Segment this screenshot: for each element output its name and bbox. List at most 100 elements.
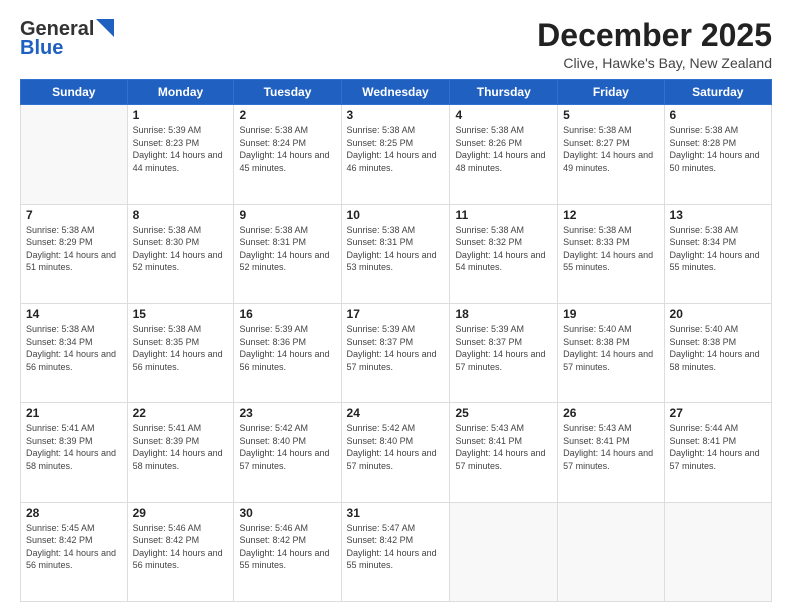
week-row-1: 1 Sunrise: 5:39 AMSunset: 8:23 PMDaylight…: [21, 105, 772, 204]
day-info: Sunrise: 5:42 AMSunset: 8:40 PMDaylight:…: [239, 422, 335, 472]
day-info: Sunrise: 5:38 AMSunset: 8:35 PMDaylight:…: [133, 323, 229, 373]
day-info: Sunrise: 5:40 AMSunset: 8:38 PMDaylight:…: [670, 323, 766, 373]
day-info: Sunrise: 5:38 AMSunset: 8:33 PMDaylight:…: [563, 224, 658, 274]
day-header-monday: Monday: [127, 80, 234, 105]
day-number: 4: [455, 108, 552, 122]
day-number: 8: [133, 208, 229, 222]
logo: General Blue: [20, 18, 114, 60]
logo-blue: Blue: [20, 37, 63, 60]
day-cell: 13 Sunrise: 5:38 AMSunset: 8:34 PMDayligh…: [664, 204, 771, 303]
day-info: Sunrise: 5:38 AMSunset: 8:25 PMDaylight:…: [347, 124, 445, 174]
title-block: December 2025 Clive, Hawke's Bay, New Ze…: [537, 18, 772, 71]
day-number: 31: [347, 506, 445, 520]
day-info: Sunrise: 5:38 AMSunset: 8:28 PMDaylight:…: [670, 124, 766, 174]
location: Clive, Hawke's Bay, New Zealand: [537, 55, 772, 71]
day-number: 11: [455, 208, 552, 222]
day-number: 26: [563, 406, 658, 420]
day-number: 15: [133, 307, 229, 321]
day-number: 21: [26, 406, 122, 420]
day-cell: 29Sunrise: 5:46 AMSunset: 8:42 PMDayligh…: [127, 502, 234, 601]
week-row-4: 21 Sunrise: 5:41 AMSunset: 8:39 PMDayligh…: [21, 403, 772, 502]
day-info: Sunrise: 5:38 AMSunset: 8:24 PMDaylight:…: [239, 124, 335, 174]
day-cell: 21Sunrise: 5:41 AMSunset: 8:39 PMDayligh…: [21, 403, 128, 502]
day-cell: 2 Sunrise: 5:38 AMSunset: 8:24 PMDaylight…: [234, 105, 341, 204]
day-number: 19: [563, 307, 658, 321]
day-cell: 5 Sunrise: 5:38 AMSunset: 8:27 PMDaylight…: [558, 105, 664, 204]
week-row-3: 14 Sunrise: 5:38 AMSunset: 8:34 PMDayligh…: [21, 303, 772, 402]
day-number: 16: [239, 307, 335, 321]
day-number: 1: [133, 108, 229, 122]
day-info: Sunrise: 5:45 AMSunset: 8:42 PMDaylight:…: [26, 522, 122, 572]
day-info: Sunrise: 5:38 AMSunset: 8:31 PMDaylight:…: [347, 224, 445, 274]
day-number: 20: [670, 307, 766, 321]
day-cell: 22Sunrise: 5:41 AMSunset: 8:39 PMDayligh…: [127, 403, 234, 502]
day-info: Sunrise: 5:39 AMSunset: 8:36 PMDaylight:…: [239, 323, 335, 373]
day-cell: [664, 502, 771, 601]
day-info: Sunrise: 5:39 AMSunset: 8:37 PMDaylight:…: [455, 323, 552, 373]
day-cell: 27Sunrise: 5:44 AMSunset: 8:41 PMDayligh…: [664, 403, 771, 502]
day-info: Sunrise: 5:38 AMSunset: 8:29 PMDaylight:…: [26, 224, 122, 274]
day-cell: [450, 502, 558, 601]
day-header-wednesday: Wednesday: [341, 80, 450, 105]
day-cell: 3 Sunrise: 5:38 AMSunset: 8:25 PMDaylight…: [341, 105, 450, 204]
day-number: 28: [26, 506, 122, 520]
day-info: Sunrise: 5:38 AMSunset: 8:32 PMDaylight:…: [455, 224, 552, 274]
day-info: Sunrise: 5:39 AMSunset: 8:37 PMDaylight:…: [347, 323, 445, 373]
day-number: 12: [563, 208, 658, 222]
calendar-table: SundayMondayTuesdayWednesdayThursdayFrid…: [20, 79, 772, 602]
day-cell: 30Sunrise: 5:46 AMSunset: 8:42 PMDayligh…: [234, 502, 341, 601]
day-info: Sunrise: 5:38 AMSunset: 8:31 PMDaylight:…: [239, 224, 335, 274]
day-info: Sunrise: 5:38 AMSunset: 8:30 PMDaylight:…: [133, 224, 229, 274]
day-cell: 28 Sunrise: 5:45 AMSunset: 8:42 PMDayligh…: [21, 502, 128, 601]
day-number: 23: [239, 406, 335, 420]
header: General Blue December 2025 Clive, Hawke'…: [20, 18, 772, 71]
day-number: 6: [670, 108, 766, 122]
day-cell: [21, 105, 128, 204]
day-info: Sunrise: 5:41 AMSunset: 8:39 PMDaylight:…: [133, 422, 229, 472]
day-cell: 17Sunrise: 5:39 AMSunset: 8:37 PMDayligh…: [341, 303, 450, 402]
day-cell: 6 Sunrise: 5:38 AMSunset: 8:28 PMDaylight…: [664, 105, 771, 204]
day-cell: 11 Sunrise: 5:38 AMSunset: 8:32 PMDayligh…: [450, 204, 558, 303]
week-row-2: 7 Sunrise: 5:38 AMSunset: 8:29 PMDaylight…: [21, 204, 772, 303]
day-info: Sunrise: 5:38 AMSunset: 8:27 PMDaylight:…: [563, 124, 658, 174]
day-cell: 18 Sunrise: 5:39 AMSunset: 8:37 PMDayligh…: [450, 303, 558, 402]
logo-arrow-icon: [96, 19, 114, 37]
day-cell: 1 Sunrise: 5:39 AMSunset: 8:23 PMDaylight…: [127, 105, 234, 204]
day-number: 5: [563, 108, 658, 122]
day-number: 9: [239, 208, 335, 222]
day-cell: 26 Sunrise: 5:43 AMSunset: 8:41 PMDayligh…: [558, 403, 664, 502]
day-number: 3: [347, 108, 445, 122]
day-cell: 24Sunrise: 5:42 AMSunset: 8:40 PMDayligh…: [341, 403, 450, 502]
day-info: Sunrise: 5:38 AMSunset: 8:34 PMDaylight:…: [26, 323, 122, 373]
day-cell: 9 Sunrise: 5:38 AMSunset: 8:31 PMDaylight…: [234, 204, 341, 303]
day-header-tuesday: Tuesday: [234, 80, 341, 105]
day-info: Sunrise: 5:39 AMSunset: 8:23 PMDaylight:…: [133, 124, 229, 174]
day-info: Sunrise: 5:47 AMSunset: 8:42 PMDaylight:…: [347, 522, 445, 572]
day-info: Sunrise: 5:38 AMSunset: 8:26 PMDaylight:…: [455, 124, 552, 174]
month-title: December 2025: [537, 18, 772, 53]
day-cell: 23 Sunrise: 5:42 AMSunset: 8:40 PMDayligh…: [234, 403, 341, 502]
day-number: 30: [239, 506, 335, 520]
day-cell: 31 Sunrise: 5:47 AMSunset: 8:42 PMDayligh…: [341, 502, 450, 601]
day-number: 25: [455, 406, 552, 420]
page: General Blue December 2025 Clive, Hawke'…: [0, 0, 792, 612]
day-cell: 25 Sunrise: 5:43 AMSunset: 8:41 PMDayligh…: [450, 403, 558, 502]
day-cell: [558, 502, 664, 601]
day-cell: 12 Sunrise: 5:38 AMSunset: 8:33 PMDayligh…: [558, 204, 664, 303]
day-number: 7: [26, 208, 122, 222]
day-number: 14: [26, 307, 122, 321]
day-info: Sunrise: 5:43 AMSunset: 8:41 PMDaylight:…: [455, 422, 552, 472]
day-cell: 4 Sunrise: 5:38 AMSunset: 8:26 PMDaylight…: [450, 105, 558, 204]
day-number: 2: [239, 108, 335, 122]
day-info: Sunrise: 5:43 AMSunset: 8:41 PMDaylight:…: [563, 422, 658, 472]
day-header-friday: Friday: [558, 80, 664, 105]
day-info: Sunrise: 5:38 AMSunset: 8:34 PMDaylight:…: [670, 224, 766, 274]
day-number: 18: [455, 307, 552, 321]
day-cell: 20 Sunrise: 5:40 AMSunset: 8:38 PMDayligh…: [664, 303, 771, 402]
day-number: 10: [347, 208, 445, 222]
day-number: 13: [670, 208, 766, 222]
day-number: 27: [670, 406, 766, 420]
day-cell: 16 Sunrise: 5:39 AMSunset: 8:36 PMDayligh…: [234, 303, 341, 402]
day-cell: 10 Sunrise: 5:38 AMSunset: 8:31 PMDayligh…: [341, 204, 450, 303]
day-number: 24: [347, 406, 445, 420]
